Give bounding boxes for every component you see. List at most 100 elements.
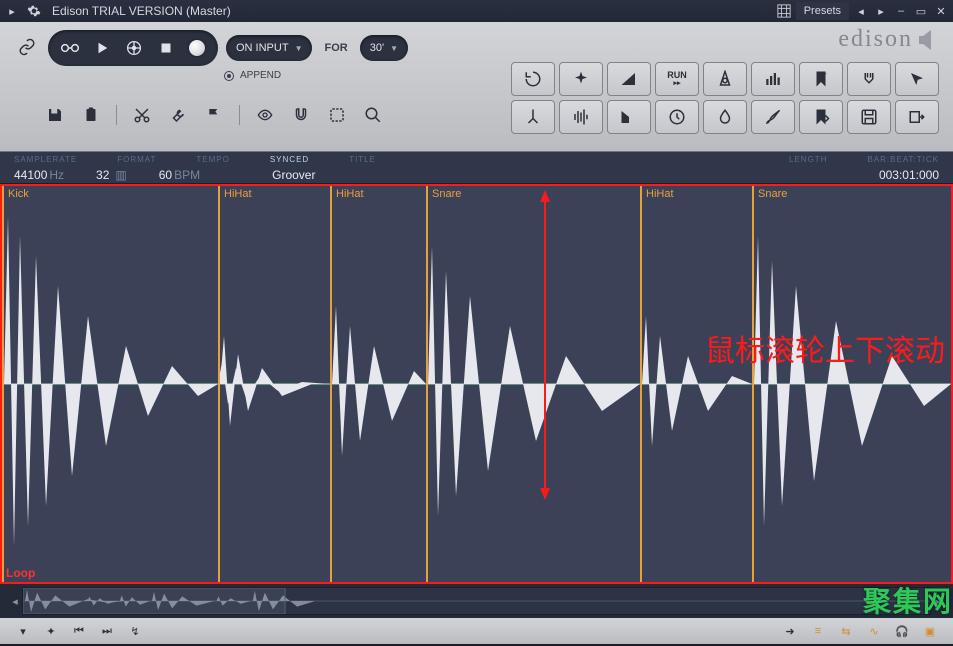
headphone-icon[interactable]: 🎧 xyxy=(893,622,911,640)
denoise-button[interactable] xyxy=(559,62,603,96)
titlebar-left: ▸ Edison TRIAL VERSION (Master) xyxy=(4,3,231,19)
record-duration-dropdown[interactable]: 30' ▼ xyxy=(360,35,408,61)
region-marker[interactable]: HiHat xyxy=(330,186,332,582)
svg-text:+: + xyxy=(823,70,828,78)
brand-text: edison xyxy=(838,26,913,53)
file-edit-toolbar xyxy=(44,104,384,126)
record-button[interactable] xyxy=(182,34,212,62)
region-marker[interactable]: HiHat xyxy=(218,186,220,582)
annotation-arrow-icon xyxy=(540,190,550,500)
gear-icon[interactable] xyxy=(26,3,42,19)
save-sample-button[interactable] xyxy=(847,100,891,134)
brand-logo: edison xyxy=(838,26,935,53)
tune-button[interactable] xyxy=(511,100,555,134)
cursor-button[interactable] xyxy=(895,62,939,96)
record-mode-dropdown[interactable]: ON INPUT ▼ xyxy=(226,35,312,61)
collapse-icon[interactable]: ▸ xyxy=(4,3,20,19)
info-label-bar: SAMPLERATE FORMAT TEMPO SYNCED TITLE LEN… xyxy=(0,152,953,166)
synced-label: SYNCED xyxy=(270,155,309,164)
snap-start-icon[interactable]: ✦ xyxy=(42,622,60,640)
link-icon[interactable] xyxy=(16,36,38,58)
eq-button[interactable] xyxy=(751,62,795,96)
undo-button[interactable] xyxy=(511,62,555,96)
select-icon[interactable] xyxy=(326,104,348,126)
wave-mode-icon[interactable]: ∿ xyxy=(865,622,883,640)
for-label: FOR xyxy=(324,42,347,54)
brush-button[interactable] xyxy=(751,100,795,134)
chevron-down-icon[interactable]: ▾ xyxy=(14,622,32,640)
titlebar-right: Presets ◂ ▸ – ▭ ✕ xyxy=(776,2,949,20)
save-icon[interactable] xyxy=(44,104,66,126)
claw-button[interactable] xyxy=(847,62,891,96)
marker-label: HiHat xyxy=(224,188,252,200)
paste-icon[interactable] xyxy=(80,104,102,126)
waveform-display[interactable]: KickHiHatHiHatSnareHiHatSnare Loop 鼠标滚轮上… xyxy=(0,184,953,584)
minimize-icon[interactable]: – xyxy=(893,3,909,19)
loop-button[interactable] xyxy=(54,34,86,62)
monitor-icon[interactable]: ▣ xyxy=(921,622,939,640)
bbt-label: BAR:BEAT:TICK xyxy=(867,155,939,164)
stop-button[interactable] xyxy=(150,34,182,62)
record-duration-label: 30' xyxy=(370,42,384,54)
zoom-icon[interactable] xyxy=(362,104,384,126)
grid-icon[interactable] xyxy=(776,3,792,19)
effect-tool-grid: RUN▸▸ + xyxy=(511,62,939,134)
maximize-icon[interactable]: ▭ xyxy=(913,3,929,19)
marker-label: Snare xyxy=(432,188,461,200)
add-marker-button[interactable]: + xyxy=(799,62,843,96)
send-selection-button[interactable] xyxy=(799,100,843,134)
chevron-down-icon: ▼ xyxy=(390,44,398,53)
append-radio-icon xyxy=(224,71,234,81)
format-value[interactable]: 32 xyxy=(96,168,109,182)
marker-label: Snare xyxy=(758,188,787,200)
fade-button[interactable] xyxy=(607,62,651,96)
speaker-icon xyxy=(919,30,935,50)
send-icon[interactable]: ➜ xyxy=(781,622,799,640)
time-button[interactable] xyxy=(655,100,699,134)
tempo-value[interactable]: 60 xyxy=(159,168,172,182)
blur-button[interactable] xyxy=(703,62,747,96)
title-value[interactable]: Groover xyxy=(272,168,315,182)
play-loop-button[interactable] xyxy=(118,34,150,62)
next-marker-icon[interactable]: ⏭ xyxy=(98,622,116,640)
cut-icon[interactable] xyxy=(131,104,153,126)
watermark-text: 聚集网 xyxy=(863,580,953,620)
wrench-icon[interactable] xyxy=(167,104,189,126)
eye-icon[interactable] xyxy=(254,104,276,126)
drag-sample-button[interactable] xyxy=(895,100,939,134)
separator xyxy=(239,105,240,125)
region-marker[interactable]: Snare xyxy=(426,186,428,582)
envelope-button[interactable] xyxy=(607,100,651,134)
region-marker[interactable]: Kick xyxy=(2,186,4,582)
link-range-icon[interactable]: ↯ xyxy=(126,622,144,640)
play-button[interactable] xyxy=(86,34,118,62)
annotation-text: 鼠标滚轮上下滚动 xyxy=(705,326,945,370)
preset-next-icon[interactable]: ▸ xyxy=(873,3,889,19)
waveform-svg xyxy=(2,186,951,582)
prev-marker-icon[interactable]: ⏮ xyxy=(70,622,88,640)
normalize-button[interactable] xyxy=(559,100,603,134)
bbt-value[interactable]: 003:01:000 xyxy=(879,168,939,182)
transport-controls xyxy=(48,30,218,66)
overview-track[interactable] xyxy=(22,587,931,615)
window-titlebar: ▸ Edison TRIAL VERSION (Master) Presets … xyxy=(0,0,953,22)
samplerate-value[interactable]: 44100 xyxy=(14,168,47,182)
region-marker[interactable]: HiHat xyxy=(640,186,642,582)
format-label: FORMAT xyxy=(117,155,156,164)
presets-button[interactable]: Presets xyxy=(796,2,849,20)
info-value-bar: 44100 Hz 32 ▥ 60 BPM Groover 003:01:000 xyxy=(0,166,953,184)
flag-icon[interactable] xyxy=(203,104,225,126)
overview-scrollbar: ◂ ▸ xyxy=(0,584,953,618)
list-icon[interactable]: ≡ xyxy=(809,622,827,640)
scroll-left-icon[interactable]: ◂ xyxy=(8,587,22,615)
snap-icon[interactable] xyxy=(290,104,312,126)
append-label: APPEND xyxy=(240,70,281,81)
format-icon: ▥ xyxy=(115,168,126,182)
close-icon[interactable]: ✕ xyxy=(933,3,949,19)
drop-button[interactable] xyxy=(703,100,747,134)
run-label: RUN xyxy=(667,71,687,80)
region-marker[interactable]: Snare xyxy=(752,186,754,582)
run-script-button[interactable]: RUN▸▸ xyxy=(655,62,699,96)
preset-prev-icon[interactable]: ◂ xyxy=(853,3,869,19)
slide-icon[interactable]: ⇆ xyxy=(837,622,855,640)
